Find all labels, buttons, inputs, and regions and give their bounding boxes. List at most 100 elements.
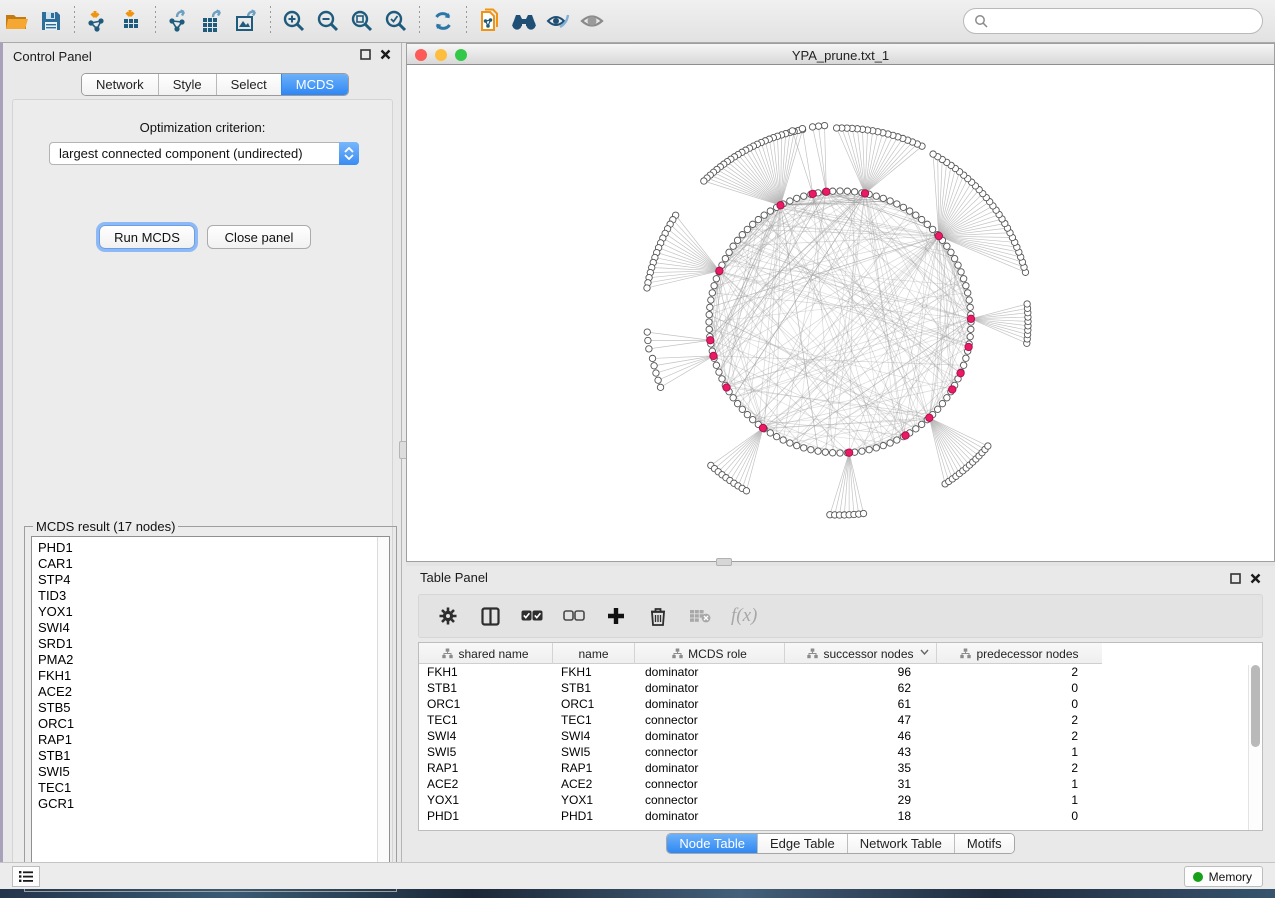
table-scrollbar[interactable] [1248,665,1261,831]
graph-node-selected[interactable] [759,424,766,431]
graph-node[interactable] [851,189,857,195]
graph-node[interactable] [713,276,719,282]
graph-node-selected[interactable] [723,384,730,391]
zoom-in-button[interactable] [277,4,311,38]
search-field[interactable] [963,8,1263,34]
graph-node[interactable] [958,269,964,275]
graph-node[interactable] [744,226,750,232]
column-header-name[interactable]: name [553,643,635,664]
graph-node[interactable] [918,216,924,222]
network-canvas[interactable] [406,65,1275,562]
graph-node[interactable] [734,400,740,406]
gear-button[interactable] [437,605,459,627]
network-document-button[interactable] [473,4,507,38]
tab-network[interactable]: Network [82,74,158,95]
graph-node[interactable] [860,510,866,516]
mcds-result-item[interactable]: SWI5 [32,764,389,780]
graph-node-selected[interactable] [861,190,868,197]
mcds-result-item[interactable]: STB5 [32,700,389,716]
optimization-criterion-select[interactable]: largest connected component (undirected) [49,142,359,165]
export-network-button[interactable] [162,4,196,38]
zoom-selected-button[interactable] [379,4,413,38]
graph-node[interactable] [716,369,722,375]
zoom-out-button[interactable] [311,4,345,38]
graph-node[interactable] [968,326,974,332]
graph-node[interactable] [707,304,713,310]
graph-node[interactable] [894,201,900,207]
zoom-fit-button[interactable] [345,4,379,38]
graph-node[interactable] [644,329,650,335]
graph-node[interactable] [833,125,839,131]
graph-node[interactable] [894,437,900,443]
graph-node[interactable] [653,370,659,376]
graph-node[interactable] [951,255,957,261]
column-header-mcds-role[interactable]: MCDS role [635,643,785,664]
show-columns-button[interactable] [479,605,501,627]
table-row[interactable]: ORC1ORC1dominator610 [419,696,1263,712]
graph-node[interactable] [963,355,969,361]
unselect-all-button[interactable] [563,605,585,627]
graph-node[interactable] [734,237,740,243]
show-all-button[interactable] [575,4,609,38]
graph-node[interactable] [948,249,954,255]
table-row[interactable]: SWI4SWI4dominator462 [419,728,1263,744]
select-all-button[interactable] [521,605,543,627]
mcds-result-item[interactable]: FKH1 [32,668,389,684]
binoculars-button[interactable] [507,4,541,38]
graph-node[interactable] [924,221,930,227]
graph-node[interactable] [794,442,800,448]
graph-node[interactable] [730,395,736,401]
tab-node-table[interactable]: Node Table [667,834,757,853]
window-close-button[interactable] [415,49,427,61]
tab-motifs[interactable]: Motifs [954,834,1014,853]
graph-node[interactable] [887,198,893,204]
network-window-titlebar[interactable]: YPA_prune.txt_1 [406,43,1275,65]
import-table-button[interactable] [115,4,149,38]
export-image-button[interactable] [230,4,264,38]
mcds-result-item[interactable]: PHD1 [32,540,389,556]
mcds-result-item[interactable]: RAP1 [32,732,389,748]
mcds-result-item[interactable]: ACE2 [32,684,389,700]
table-row[interactable]: TEC1TEC1connector472 [419,712,1263,728]
column-header-shared-name[interactable]: shared name [419,643,553,664]
mcds-result-item[interactable]: GCR1 [32,796,389,812]
graph-node[interactable] [767,430,773,436]
float-panel-icon[interactable] [1230,573,1241,584]
graph-node-selected[interactable] [845,449,852,456]
graph-node[interactable] [1024,301,1030,307]
graph-node[interactable] [646,346,652,352]
mcds-result-item[interactable]: CAR1 [32,556,389,572]
graph-node[interactable] [985,443,991,449]
graph-node[interactable] [815,123,821,129]
graph-node[interactable] [808,447,814,453]
graph-node[interactable] [873,445,879,451]
graph-node-selected[interactable] [967,315,974,322]
graph-node[interactable] [794,195,800,201]
graph-node[interactable] [773,433,779,439]
mcds-result-item[interactable]: YOX1 [32,604,389,620]
graph-node[interactable] [913,212,919,218]
graph-node[interactable] [960,276,966,282]
graph-node[interactable] [645,337,651,343]
graph-node-selected[interactable] [949,386,956,393]
graph-node[interactable] [906,208,912,214]
graph-node[interactable] [930,151,936,157]
graph-node[interactable] [944,243,950,249]
graph-node[interactable] [706,311,712,317]
graph-node[interactable] [913,426,919,432]
graph-node-selected[interactable] [716,267,723,274]
graph-node[interactable] [651,363,657,369]
graph-node[interactable] [837,188,843,194]
table-row[interactable]: PHD1PHD1dominator180 [419,808,1263,824]
memory-button[interactable]: Memory [1184,866,1263,887]
graph-node[interactable] [780,437,786,443]
graph-node[interactable] [967,333,973,339]
tab-edge-table[interactable]: Edge Table [757,834,847,853]
graph-node[interactable] [761,212,767,218]
mcds-result-item[interactable]: SRD1 [32,636,389,652]
delete-table-button[interactable] [689,605,711,627]
mcds-result-item[interactable]: TID3 [32,588,389,604]
mcds-result-item[interactable]: ORC1 [32,716,389,732]
graph-node[interactable] [822,449,828,455]
graph-node-selected[interactable] [809,190,816,197]
